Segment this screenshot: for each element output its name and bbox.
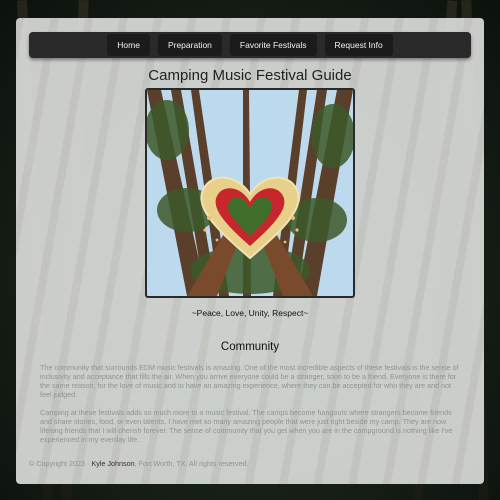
footer: © Copyright 2023 · Kyle Johnson, Fort Wo… <box>29 459 249 468</box>
community-paragraph-1: The community that surrounds EDM music f… <box>40 363 459 399</box>
footer-location: , Fort Worth, TX. All rights reserved. <box>134 459 249 468</box>
nav-request-info[interactable]: Request Info <box>324 34 393 56</box>
footer-author-link[interactable]: Kyle Johnson <box>91 459 134 468</box>
community-heading: Community <box>220 341 280 353</box>
photo-caption: ~Peace, Love, Unity, Respect~ <box>191 308 309 318</box>
community-paragraph-2: Camping at these festivals adds so much … <box>40 408 453 444</box>
nav-preparation[interactable]: Preparation <box>157 34 222 56</box>
content-panel: Home Preparation Favorite Festivals Requ… <box>16 18 484 484</box>
main-nav: Home Preparation Favorite Festivals Requ… <box>29 32 471 58</box>
page-title: Camping Music Festival Guide <box>148 67 352 84</box>
footer-copyright: © Copyright 2023 · <box>29 459 90 468</box>
heart-hands-photo <box>145 88 355 298</box>
nav-home[interactable]: Home <box>107 34 150 56</box>
nav-favorite-festivals[interactable]: Favorite Festivals <box>229 34 317 56</box>
